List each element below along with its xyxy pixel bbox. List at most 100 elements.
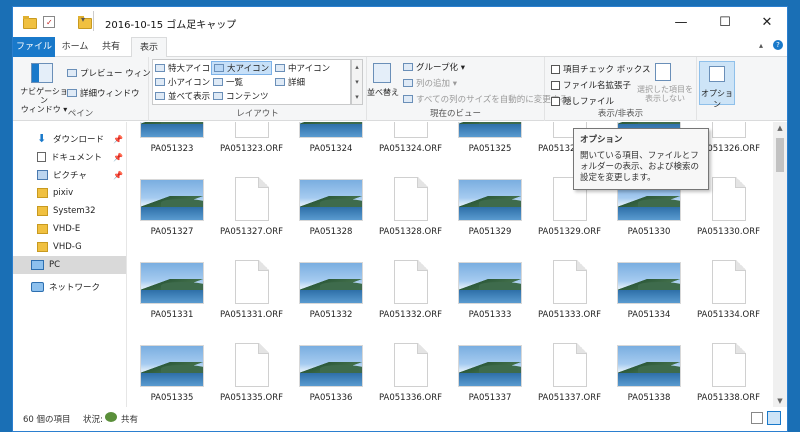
file-tile[interactable]: PA051336 xyxy=(295,341,367,407)
size-all-columns-button[interactable]: すべての列のサイズを自動的に変更する xyxy=(403,93,568,105)
close-button[interactable]: ✕ xyxy=(745,7,787,37)
file-name: PA051330 xyxy=(627,227,671,237)
options-button[interactable]: オプション xyxy=(699,61,735,109)
vertical-scrollbar[interactable]: ▲ ▼ xyxy=(773,122,787,407)
file-extensions-toggle[interactable]: ファイル名拡張子 xyxy=(551,79,631,91)
help-icon[interactable]: ? xyxy=(773,40,783,50)
file-tile[interactable]: PA051323.ORF xyxy=(216,122,288,172)
folder-icon xyxy=(37,188,48,198)
scroll-up-arrow-icon[interactable]: ▲ xyxy=(773,122,787,134)
layout-large[interactable]: 大アイコン xyxy=(211,61,273,75)
file-tile[interactable]: PA051332 xyxy=(295,258,367,338)
file-tile[interactable]: PA051333 xyxy=(454,258,526,338)
file-tile[interactable]: PA051336.ORF xyxy=(375,341,447,407)
file-name: PA051337.ORF xyxy=(537,393,602,403)
hidden-items-toggle[interactable]: 隠しファイル xyxy=(551,95,614,107)
pin-icon[interactable]: 📌 xyxy=(113,135,123,144)
item-count: 60 個の項目 xyxy=(23,415,71,425)
preview-pane-icon xyxy=(67,69,77,77)
tab-file[interactable]: ファイル xyxy=(13,37,55,57)
scroll-thumb[interactable] xyxy=(776,138,784,172)
file-tile[interactable]: PA051338 xyxy=(613,341,685,407)
file-name: PA051327 xyxy=(150,227,194,237)
ribbon-tabs: ファイル ホーム 共有 表示 ▴ ? xyxy=(13,37,787,58)
tab-share[interactable]: 共有 xyxy=(95,37,127,57)
details-pane-icon xyxy=(67,89,77,97)
hidden-items-checkbox[interactable] xyxy=(551,96,560,106)
quick-access-dropdown-icon[interactable]: ▾ xyxy=(81,15,85,29)
file-tile[interactable]: PA051323 xyxy=(136,122,208,172)
file-tile[interactable]: PA051325 xyxy=(454,122,526,172)
raw-file-icon xyxy=(234,177,269,221)
nav-item-pictures[interactable]: ピクチャ 📌 xyxy=(13,166,126,184)
collapse-ribbon-icon[interactable]: ▴ xyxy=(759,41,763,50)
sort-by-button[interactable]: 並べ替え xyxy=(367,87,399,98)
file-tile[interactable]: PA051338.ORF xyxy=(693,341,765,407)
file-extensions-checkbox[interactable] xyxy=(551,80,560,90)
layout-details[interactable]: 詳細 xyxy=(275,76,305,88)
tooltip-title: オプション xyxy=(580,135,623,145)
file-tile[interactable]: PA051328.ORF xyxy=(375,175,447,255)
layout-small[interactable]: 小アイコン xyxy=(155,76,210,88)
layout-content[interactable]: コンテンツ xyxy=(213,90,269,102)
file-tile[interactable]: PA051327 xyxy=(136,175,208,255)
layout-extra-large[interactable]: 特大アイコン xyxy=(155,62,219,74)
status-bar: 60 個の項目 状況: 共有 xyxy=(13,407,787,431)
maximize-button[interactable]: ☐ xyxy=(703,7,747,37)
hide-selected-button[interactable]: 選択した項目を 表示しない xyxy=(637,85,693,103)
nav-item-system32[interactable]: System32 xyxy=(13,202,126,220)
photo-thumbnail xyxy=(299,262,363,304)
file-tile[interactable]: PA051334.ORF xyxy=(693,258,765,338)
nav-item-vhd-e[interactable]: VHD-E xyxy=(13,220,126,238)
file-tile[interactable]: PA051334 xyxy=(613,258,685,338)
scroll-down-arrow-icon[interactable]: ▼ xyxy=(773,395,787,407)
file-tile[interactable]: PA051329 xyxy=(454,175,526,255)
add-columns-button[interactable]: 列の追加 ▾ xyxy=(403,77,457,89)
file-tile[interactable]: PA051328 xyxy=(295,175,367,255)
file-tile[interactable]: PA051335 xyxy=(136,341,208,407)
item-checkboxes-toggle[interactable]: 項目チェック ボックス xyxy=(551,63,650,75)
file-name: PA051336 xyxy=(309,393,353,403)
file-name: PA051336.ORF xyxy=(378,393,443,403)
file-name: PA051324.ORF xyxy=(378,144,443,154)
file-tile[interactable]: PA051331 xyxy=(136,258,208,338)
layout-list[interactable]: 一覧 xyxy=(213,76,243,88)
properties-icon[interactable]: ✓ xyxy=(43,16,55,28)
file-tile[interactable]: PA051335.ORF xyxy=(216,341,288,407)
file-tile[interactable]: PA051331.ORF xyxy=(216,258,288,338)
layout-gallery-scroll[interactable]: ▴ ▾ ▾ xyxy=(351,59,363,105)
nav-item-pc[interactable]: PC xyxy=(13,256,126,274)
item-checkboxes-checkbox[interactable] xyxy=(551,64,560,74)
file-tile[interactable]: PA051337.ORF xyxy=(534,341,606,407)
file-tile[interactable]: PA051333.ORF xyxy=(534,258,606,338)
tab-view[interactable]: 表示 xyxy=(131,37,167,58)
add-columns-icon xyxy=(403,79,413,87)
file-tile[interactable]: PA051332.ORF xyxy=(375,258,447,338)
group-by-button[interactable]: グループ化 ▾ xyxy=(403,61,465,73)
file-tile[interactable]: PA051337 xyxy=(454,341,526,407)
photo-thumbnail xyxy=(140,179,204,221)
nav-item-documents[interactable]: ドキュメント 📌 xyxy=(13,148,126,166)
nav-item-pixiv[interactable]: pixiv xyxy=(13,184,126,202)
sort-icon[interactable] xyxy=(373,63,391,83)
pin-icon[interactable]: 📌 xyxy=(113,171,123,180)
details-pane-button[interactable]: 詳細ウィンドウ xyxy=(67,87,140,99)
raw-file-icon xyxy=(552,260,587,304)
file-tile[interactable]: PA051327.ORF xyxy=(216,175,288,255)
nav-item-network[interactable]: ネットワーク xyxy=(13,278,126,296)
details-view-toggle-icon[interactable] xyxy=(751,412,763,424)
navigation-pane-icon[interactable] xyxy=(31,63,53,83)
hide-selected-icon[interactable] xyxy=(655,63,671,81)
options-label: オプション xyxy=(701,89,733,109)
pin-icon[interactable]: 📌 xyxy=(113,153,123,162)
nav-item-vhd-g[interactable]: VHD-G xyxy=(13,238,126,256)
nav-item-downloads[interactable]: ⬇ ダウンロード 📌 xyxy=(13,130,126,148)
layout-tiles[interactable]: 並べて表示 xyxy=(155,90,210,102)
file-name: PA051335 xyxy=(150,393,194,403)
large-icons-view-toggle-icon[interactable] xyxy=(767,411,781,425)
tab-home[interactable]: ホーム xyxy=(57,37,93,57)
file-tile[interactable]: PA051324.ORF xyxy=(375,122,447,172)
layout-medium[interactable]: 中アイコン xyxy=(275,62,330,74)
file-tile[interactable]: PA051324 xyxy=(295,122,367,172)
minimize-button[interactable]: — xyxy=(659,7,703,37)
